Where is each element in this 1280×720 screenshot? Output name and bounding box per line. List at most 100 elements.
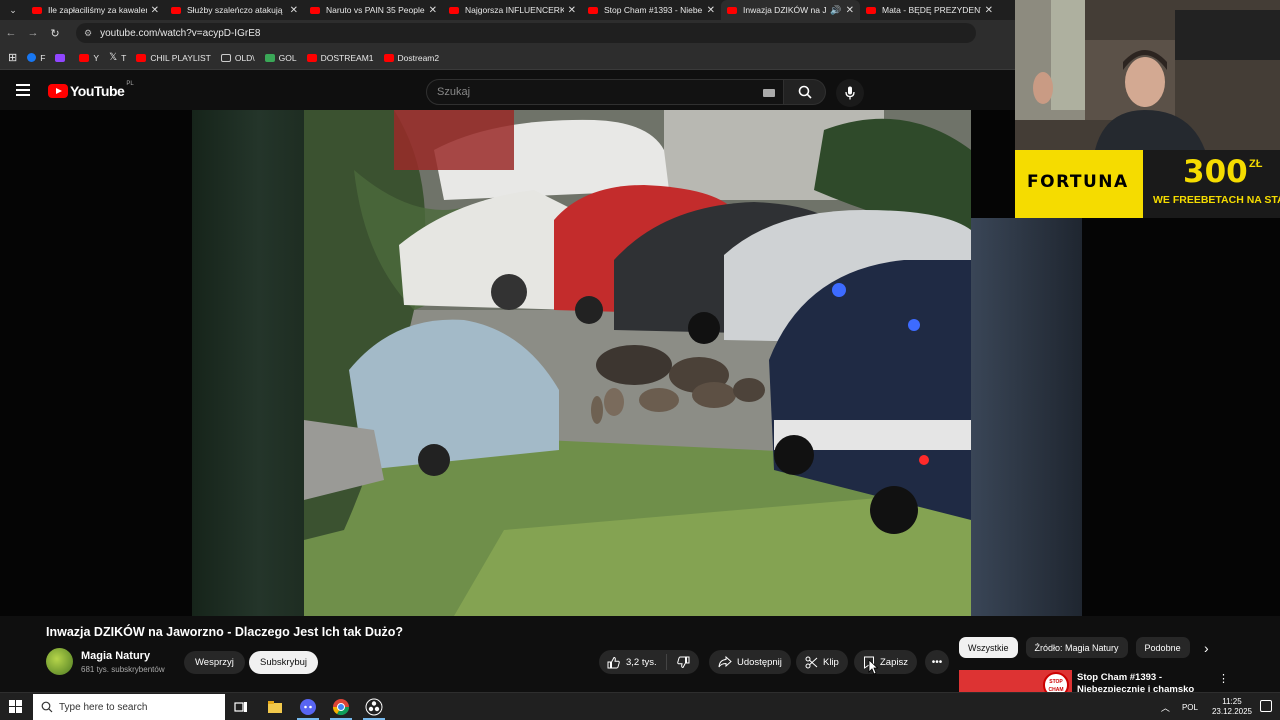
- file-explorer-icon[interactable]: [266, 698, 284, 716]
- task-view-icon[interactable]: [232, 698, 250, 716]
- site-info-icon[interactable]: ⚙: [84, 28, 92, 39]
- bookmark-label: Y: [93, 52, 100, 63]
- search-icon: [41, 701, 53, 713]
- voice-search-button[interactable]: [836, 79, 864, 107]
- youtube-favicon-icon: [171, 6, 181, 14]
- tab-search-menu-icon[interactable]: ⌄: [0, 0, 26, 20]
- video-frame[interactable]: [304, 110, 971, 616]
- support-button[interactable]: Wesprzyj: [184, 651, 245, 674]
- like-button[interactable]: 3,2 tys.: [599, 654, 667, 670]
- obs-icon[interactable]: [365, 698, 383, 716]
- bookmark-label: T: [121, 52, 127, 63]
- bookmark-dostream1[interactable]: DOSTREAM1: [306, 52, 374, 63]
- forward-icon[interactable]: →: [22, 27, 44, 39]
- keyboard-icon[interactable]: [763, 89, 776, 97]
- address-bar-row: ← → ↻ ⚙ youtube.com/watch?v=acypD-IGrE8: [0, 20, 1015, 46]
- windows-start-icon[interactable]: [9, 700, 23, 714]
- chip-all[interactable]: Wszystkie: [959, 637, 1018, 658]
- x-icon: 𝕏: [109, 52, 118, 63]
- tab-close-icon[interactable]: ✕: [568, 5, 576, 16]
- dislike-button[interactable]: [667, 656, 699, 669]
- folder-icon: [220, 53, 231, 62]
- clip-button[interactable]: Klip: [796, 650, 848, 674]
- input-language[interactable]: POL: [1182, 703, 1198, 712]
- tab-close-icon[interactable]: ✕: [846, 5, 854, 16]
- tab-title: Ile zapłaciliśmy za kawalerkę: [48, 5, 147, 15]
- microphone-icon: [845, 86, 855, 100]
- browser-tab[interactable]: Najgorsza INFLUENCERKA ✕: [443, 0, 582, 20]
- speaker-icon[interactable]: 🔊: [830, 5, 841, 16]
- browser-tab[interactable]: Ile zapłaciliśmy za kawalerkę ✕: [26, 0, 165, 20]
- bookmark-twitch[interactable]: [55, 53, 69, 62]
- video-still-image: [304, 110, 971, 616]
- taskbar-search-input[interactable]: Type here to search: [33, 694, 225, 720]
- recommended-video-thumbnail[interactable]: STOP CHAM: [959, 670, 1072, 692]
- browser-tab[interactable]: Mata - BĘDĘ PREZYDENT ✕: [860, 0, 999, 20]
- bookmark-label: DOSTREAM1: [320, 52, 374, 63]
- bookmark-chil-playlist[interactable]: CHIL PLAYLIST: [136, 52, 211, 63]
- channel-avatar[interactable]: [46, 648, 73, 675]
- bookmark-x[interactable]: 𝕏T: [109, 52, 126, 63]
- bookmark-label: GOL: [278, 52, 297, 63]
- subscribe-button[interactable]: Subskrybuj: [249, 651, 318, 674]
- share-icon: [718, 656, 732, 668]
- apps-grid-icon[interactable]: ⊞: [8, 51, 17, 64]
- player-ambient-right: [970, 218, 1082, 616]
- tab-close-icon[interactable]: ✕: [151, 5, 159, 16]
- more-vertical-icon[interactable]: ⋮: [1218, 672, 1229, 685]
- taskbar-clock[interactable]: 11:25 23.12.2025: [1212, 697, 1252, 717]
- bookmark-label: F: [40, 52, 46, 63]
- thumbs-up-icon: [607, 656, 620, 668]
- bookmark-youtube[interactable]: Y: [79, 53, 99, 63]
- browser-tab-active[interactable]: Inwazja DZIKÓW na Ja 🔊 ✕: [721, 0, 860, 20]
- youtube-icon: [383, 53, 394, 62]
- tab-close-icon[interactable]: ✕: [985, 5, 993, 16]
- more-actions-button[interactable]: •••: [925, 650, 949, 674]
- twitch-icon: [55, 53, 66, 62]
- back-icon[interactable]: ←: [0, 27, 22, 39]
- channel-name[interactable]: Magia Natury: [81, 650, 150, 662]
- browser-tab[interactable]: Stop Cham #1393 - Niebe ✕: [582, 0, 721, 20]
- bookmark-label: Dostream2: [397, 52, 440, 63]
- bookmark-folder-old[interactable]: OLD\: [220, 53, 255, 63]
- scissors-icon: [805, 656, 818, 668]
- subscriber-count: 681 tys. subskrybentów: [81, 665, 165, 674]
- tab-title: Inwazja DZIKÓW na Ja: [743, 5, 828, 15]
- share-button[interactable]: Udostępnij: [709, 650, 791, 674]
- youtube-logo[interactable]: YouTube PL: [48, 81, 134, 99]
- bookmark-facebook[interactable]: F: [27, 53, 45, 63]
- ad-amount-unit: ZŁ: [1249, 158, 1263, 170]
- bookmark-label: CHIL PLAYLIST: [150, 52, 211, 63]
- browser-tab[interactable]: Służby szaleńczo atakują ✕: [165, 0, 304, 20]
- tab-title: Naruto vs PAIN 35 People: [326, 5, 425, 15]
- discord-icon[interactable]: [299, 698, 317, 716]
- search-form: Szukaj: [426, 79, 826, 105]
- clock-date: 23.12.2025: [1211, 707, 1252, 716]
- url-field[interactable]: ⚙ youtube.com/watch?v=acypD-IGrE8: [76, 23, 976, 43]
- chip-related[interactable]: Podobne: [1135, 637, 1190, 658]
- player-ambient-left: [192, 110, 304, 616]
- youtube-play-icon: [48, 84, 68, 98]
- menu-icon[interactable]: [16, 84, 30, 96]
- tray-expand-icon[interactable]: ︿: [1161, 701, 1170, 714]
- tab-close-icon[interactable]: ✕: [707, 5, 715, 16]
- bookmark-dostream2[interactable]: Dostream2: [383, 52, 440, 63]
- search-input[interactable]: Szukaj: [426, 79, 785, 105]
- reload-icon[interactable]: ↻: [44, 27, 66, 40]
- like-dislike-group: 3,2 tys.: [599, 650, 699, 674]
- tab-close-icon[interactable]: ✕: [429, 5, 437, 16]
- chip-source-channel[interactable]: Źródło: Magia Natury: [1025, 637, 1128, 658]
- youtube-icon: [79, 53, 90, 62]
- save-button[interactable]: Zapisz: [854, 650, 917, 674]
- chrome-icon[interactable]: [332, 698, 350, 716]
- ad-amount: 300: [1183, 154, 1248, 190]
- bookmark-gol[interactable]: GOL: [264, 52, 297, 63]
- browser-tab[interactable]: Naruto vs PAIN 35 People ✕: [304, 0, 443, 20]
- tab-close-icon[interactable]: ✕: [290, 5, 298, 16]
- chevron-right-icon[interactable]: ›: [1204, 640, 1209, 656]
- tab-title: Stop Cham #1393 - Niebe: [604, 5, 703, 15]
- notification-icon[interactable]: [1260, 700, 1272, 712]
- search-button[interactable]: [784, 79, 826, 105]
- ad-brand: FORTUNA: [1027, 172, 1129, 192]
- ad-promo-text: WE FREEBETACH NA STARV: [1153, 194, 1280, 206]
